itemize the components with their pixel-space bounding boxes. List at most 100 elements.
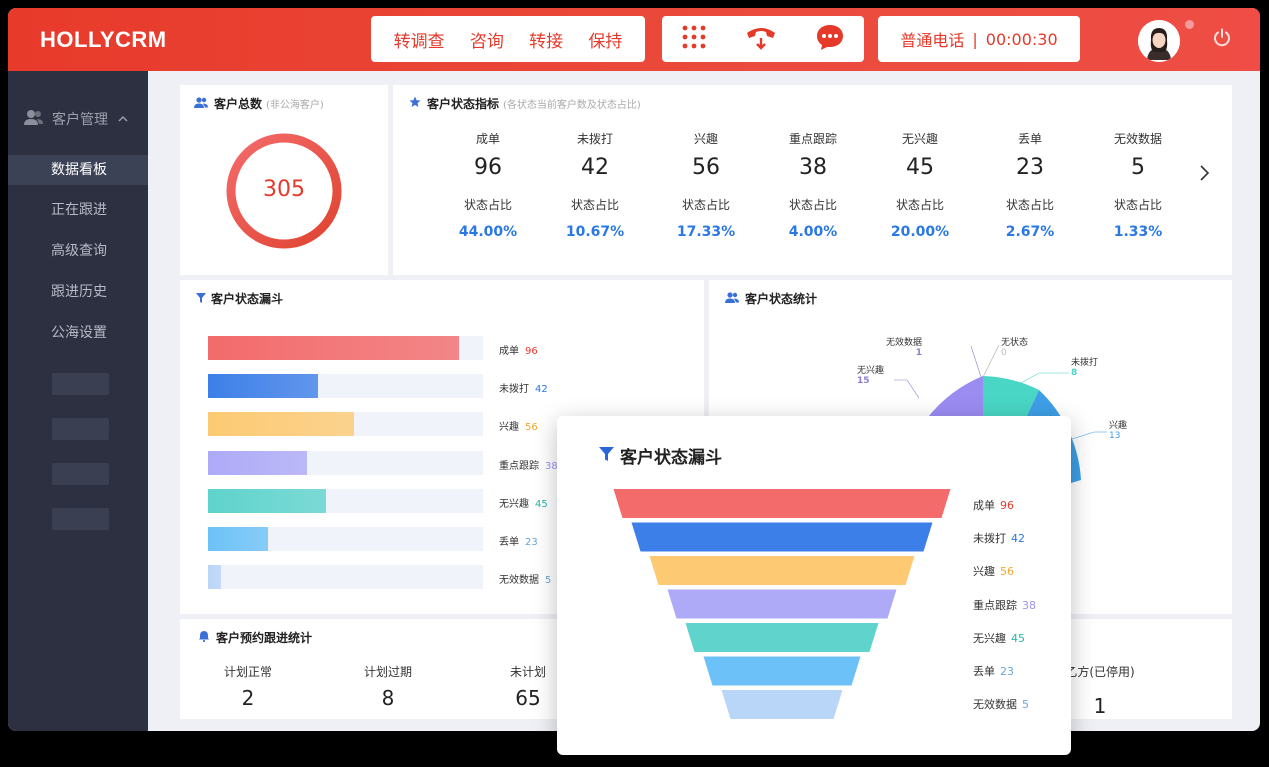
status-indicator: 无效数据 5 状态占比 1.33% — [1088, 130, 1188, 240]
status-ratio-label: 状态占比 — [463, 198, 512, 212]
funnel-bar — [208, 527, 269, 551]
users-icon — [194, 96, 208, 111]
card-title: 客户总数 (非公海客户) — [194, 95, 324, 112]
funnel-title: 客户状态漏斗 — [211, 292, 284, 306]
sidebar-placeholder — [52, 463, 109, 485]
status-ratio-label: 状态占比 — [788, 198, 837, 212]
hold-button[interactable]: 保持 — [588, 27, 622, 52]
status-ratio-label: 状态占比 — [570, 198, 619, 212]
sidebar-item-advanced-search[interactable]: 高级查询 — [8, 236, 148, 266]
status-count: 5 — [1131, 155, 1145, 180]
plan-normal: 计划正常 2 — [223, 665, 272, 710]
funnel-bar-label: 重点跟踪 38 — [499, 460, 558, 472]
funnel-bar-label: 兴趣 56 — [499, 422, 538, 434]
funnel-bar-track — [208, 374, 483, 399]
funnel-bar — [208, 488, 326, 513]
status-indicator: 重点跟踪 38 状态占比 4.00% — [763, 130, 863, 240]
card-title: 客户预约跟进统计 — [198, 629, 312, 646]
status-indicator: 兴趣 56 状态占比 17.33% — [656, 130, 756, 240]
status-separator: | — [972, 29, 978, 49]
top-bar: HOLLYCRM 转调查 咨询 转接 保持 普通电话 | 00:00:30 — [8, 8, 1260, 71]
chevron-up-icon — [118, 113, 128, 126]
funnel-bar-track — [208, 488, 483, 513]
plan-title: 客户预约跟进统计 — [216, 631, 313, 645]
funnel-bar-label: 成单 96 — [499, 346, 538, 357]
call-status: 普通电话 | 00:00:30 — [878, 16, 1080, 62]
call-controls — [662, 16, 864, 62]
status-ratio: 20.00% — [890, 224, 950, 240]
funnel-segment — [613, 489, 951, 518]
funnel-segment — [721, 690, 843, 719]
status-label: 无效数据 — [1113, 132, 1162, 146]
funnel-segment — [649, 556, 915, 585]
status-count: 56 — [692, 155, 720, 180]
funnel-bar-track — [208, 565, 483, 590]
dialpad-icon[interactable] — [681, 24, 707, 54]
funnel-bar — [208, 374, 318, 399]
sidebar: 客户管理 数据看板 正在跟进 高级查询 跟进历史 公海设置 — [8, 71, 148, 731]
sidebar-item-history[interactable]: 跟进历史 — [8, 277, 148, 307]
power-icon[interactable] — [1212, 28, 1232, 52]
sidebar-section-customer[interactable]: 客户管理 — [24, 109, 128, 129]
status-ratio: 2.67% — [1005, 224, 1055, 240]
funnel-bar — [208, 412, 355, 437]
avatar[interactable] — [1138, 20, 1180, 62]
call-type: 普通电话 — [900, 31, 965, 50]
status-ratio-label: 状态占比 — [1113, 198, 1162, 212]
funnel-bar-label: 无兴趣 45 — [499, 498, 548, 510]
funnel-segment-label: 兴趣 56 — [973, 565, 1014, 579]
notification-dot — [1185, 20, 1194, 29]
funnel-bar — [208, 565, 222, 590]
status-count: 96 — [474, 155, 502, 180]
total-customers-card: 客户总数 (非公海客户) 305 — [180, 85, 388, 275]
status-label: 重点跟踪 — [788, 132, 837, 146]
chat-icon[interactable] — [815, 23, 845, 55]
plan-overdue: 计划过期 8 — [363, 665, 412, 710]
sidebar-item-following[interactable]: 正在跟进 — [8, 195, 148, 225]
pie-label-no-interest: 无兴趣 15 — [857, 366, 885, 386]
status-ratio: 4.00% — [788, 224, 838, 240]
status-count: 23 — [1016, 155, 1044, 180]
sidebar-item-dashboard[interactable]: 数据看板 — [8, 155, 148, 185]
pie-label-interest: 兴趣 13 — [1109, 421, 1128, 441]
funnel-segment-label: 重点跟踪 38 — [973, 598, 1036, 612]
funnel-bar-label: 未拨打 42 — [499, 384, 548, 396]
pie-label-not-dialed: 未拨打 8 — [1071, 358, 1099, 378]
sidebar-placeholder — [52, 508, 109, 530]
funnel-segment — [667, 589, 897, 619]
pie-label-invalid: 无效数据 1 — [886, 338, 923, 358]
status-count: 42 — [581, 155, 609, 180]
chevron-right-icon[interactable] — [1197, 163, 1211, 187]
total-value: 305 — [263, 177, 305, 202]
pie-label-no-status: 无状态 0 — [1001, 338, 1029, 358]
transfer-survey-button[interactable]: 转调查 — [394, 27, 445, 52]
funnel-bar-track — [208, 336, 483, 360]
sidebar-item-public-pool[interactable]: 公海设置 — [8, 318, 148, 348]
transfer-button[interactable]: 转接 — [529, 27, 563, 52]
status-ratio-label: 状态占比 — [1005, 198, 1054, 212]
status-indicator: 未拨打 42 状态占比 10.67% — [545, 130, 645, 240]
sidebar-placeholder — [52, 373, 109, 395]
sidebar-placeholder — [52, 418, 109, 440]
consult-button[interactable]: 咨询 — [470, 27, 504, 52]
funnel-segment-label: 无兴趣 45 — [973, 631, 1025, 645]
funnel-segment-label: 无效数据 5 — [973, 698, 1029, 712]
card-title: 客户状态漏斗 — [196, 290, 283, 307]
hangup-icon[interactable] — [745, 23, 777, 55]
funnel-segment-label: 成单 96 — [973, 499, 1014, 512]
status-ratio: 17.33% — [676, 224, 736, 240]
bell-icon — [198, 630, 210, 645]
status-ratio: 44.00% — [458, 224, 518, 240]
call-timer: 00:00:30 — [985, 29, 1058, 49]
funnel-icon — [196, 292, 206, 306]
total-subtitle: (非公海客户) — [266, 100, 324, 111]
status-indicator: 丢单 23 状态占比 2.67% — [980, 130, 1080, 240]
funnel-segment-label: 丢单 23 — [973, 665, 1014, 678]
funnel-bar-label: 丢单 23 — [499, 537, 538, 548]
sidebar-section-label: 客户管理 — [52, 112, 108, 128]
star-icon — [409, 96, 421, 111]
status-indicator: 成单 96 状态占比 44.00% — [438, 130, 538, 240]
funnel-segment — [703, 656, 861, 686]
funnel-bar-track — [208, 412, 483, 437]
status-label: 无兴趣 — [901, 132, 938, 146]
